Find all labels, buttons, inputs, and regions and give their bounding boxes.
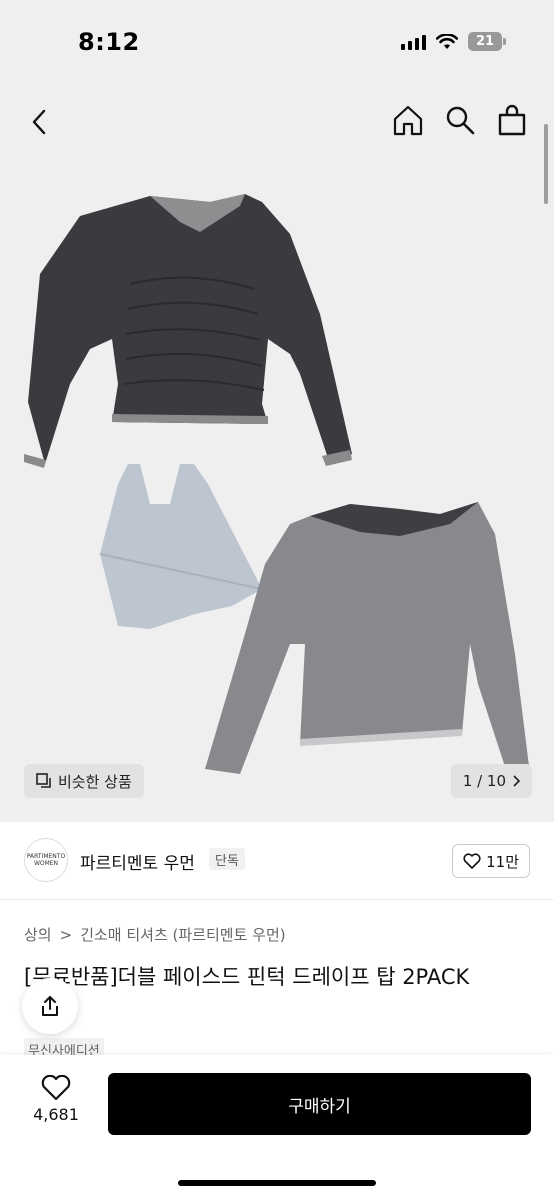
brand-like-button[interactable]: 11만 xyxy=(452,844,530,878)
share-button[interactable] xyxy=(22,978,78,1034)
search-button[interactable] xyxy=(442,102,478,138)
share-icon xyxy=(42,996,58,1016)
back-button[interactable] xyxy=(22,104,58,140)
grey-top-image xyxy=(205,502,530,782)
product-title: [무료반품]더블 페이스드 핀턱 드레이프 탑 2PACK xyxy=(24,965,470,989)
breadcrumb-category[interactable]: 상의 xyxy=(24,924,52,945)
buy-button[interactable]: 구매하기 xyxy=(108,1073,531,1135)
similar-products-label: 비슷한 상품 xyxy=(58,772,132,791)
similar-items-icon xyxy=(36,773,51,788)
cart-button[interactable] xyxy=(494,102,530,138)
brand-logo-text: PARTIMENTO xyxy=(26,853,66,860)
bra-top-image xyxy=(99,464,263,629)
back-arrow-icon xyxy=(32,109,46,135)
shopping-bag-icon xyxy=(498,104,526,136)
brand-name[interactable]: 파르티멘토 우먼 xyxy=(80,849,195,874)
image-counter-label: 1 / 10 xyxy=(462,772,506,790)
brand-like-count: 11만 xyxy=(486,852,519,871)
product-image xyxy=(24,194,530,782)
home-icon xyxy=(393,105,423,136)
heart-icon xyxy=(463,853,481,869)
home-button[interactable] xyxy=(390,102,426,138)
brand-logo[interactable]: PARTIMENTO WOMEN xyxy=(24,838,68,882)
heart-icon xyxy=(41,1075,71,1101)
exclusive-badge: 단독 xyxy=(209,848,245,870)
battery-icon: 21 xyxy=(468,32,506,51)
bottom-action-bar: 4,681 구매하기 xyxy=(0,1055,554,1200)
battery-level: 21 xyxy=(468,32,502,51)
brand-row: PARTIMENTO WOMEN 파르티멘토 우먼 단독 11만 xyxy=(0,822,554,900)
image-counter[interactable]: 1 / 10 xyxy=(450,764,532,798)
similar-products-button[interactable]: 비슷한 상품 xyxy=(24,764,144,798)
breadcrumb-separator: > xyxy=(59,925,73,944)
header-actions xyxy=(390,102,530,138)
cellular-signal-icon xyxy=(401,34,426,50)
status-indicators: 21 xyxy=(401,32,506,51)
chevron-right-icon xyxy=(513,775,520,787)
dark-top-image xyxy=(24,194,352,468)
search-icon xyxy=(446,106,475,135)
product-gallery[interactable]: 비슷한 상품 1 / 10 xyxy=(0,84,554,822)
wishlist-button[interactable]: 4,681 xyxy=(30,1075,82,1124)
breadcrumb: 상의 > 긴소매 티셔츠 (파르티멘토 우먼) xyxy=(24,924,286,945)
wishlist-count: 4,681 xyxy=(33,1105,79,1124)
status-bar: 8:12 21 xyxy=(0,0,554,84)
breadcrumb-subcategory[interactable]: 긴소매 티셔츠 (파르티멘토 우먼) xyxy=(80,924,285,945)
status-time: 8:12 xyxy=(78,28,140,56)
home-indicator xyxy=(178,1180,376,1186)
wifi-icon xyxy=(436,33,458,49)
scrollbar[interactable] xyxy=(544,124,548,204)
brand-logo-subtext: WOMEN xyxy=(33,860,59,867)
